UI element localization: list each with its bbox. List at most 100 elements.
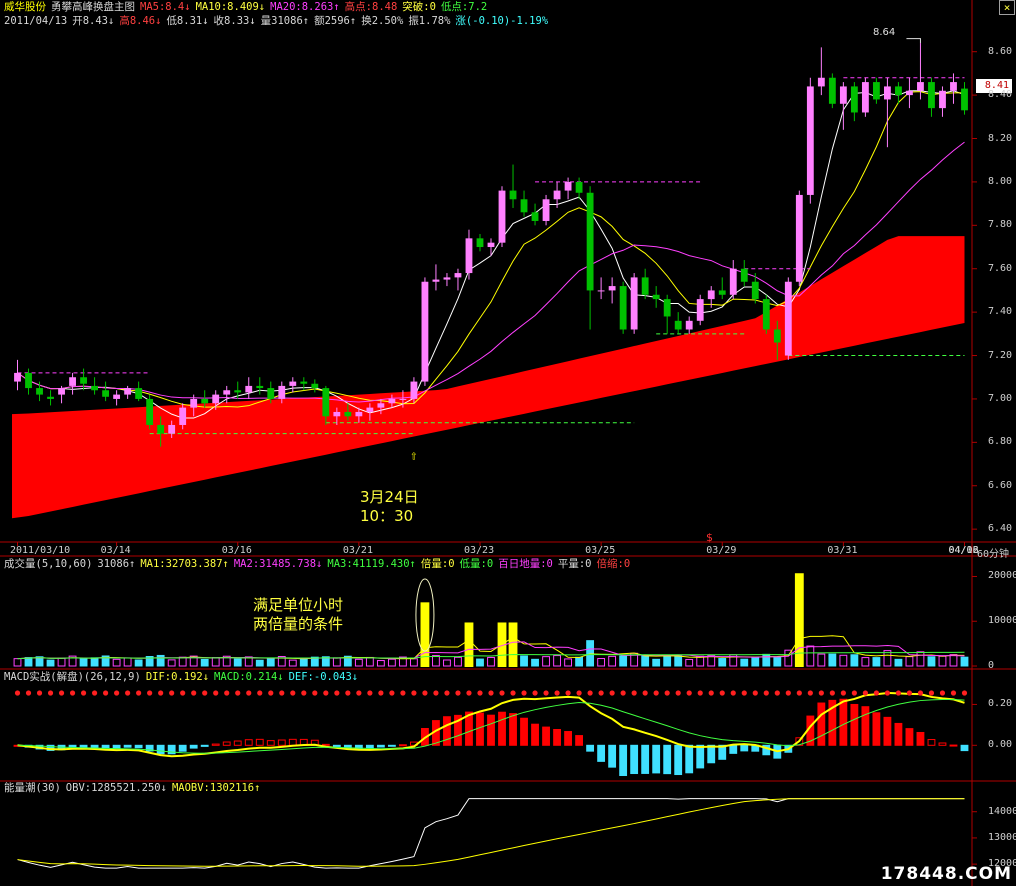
macd-signal-dot <box>158 690 164 696</box>
candle-body <box>817 77 825 87</box>
candle-body <box>762 299 770 330</box>
macd-histogram-bar <box>520 717 528 746</box>
candle-body <box>939 90 946 109</box>
volume-annotation-line1: 满足单位小时 <box>253 596 344 614</box>
macd-signal-dot <box>114 690 120 696</box>
macd-signal-dot <box>895 690 902 696</box>
macd-signal-dot <box>91 690 98 696</box>
macd-histogram-bar <box>960 744 969 752</box>
macd-signal-dot <box>477 690 483 696</box>
volume-annotation-line2: 两倍量的条件 <box>253 615 344 633</box>
volume-bar <box>894 658 903 667</box>
macd-signal-dot <box>47 690 54 696</box>
macd-signal-dot <box>147 690 153 696</box>
macd-signal-dot <box>950 690 957 696</box>
amplitude-value: 振1.78% <box>408 15 451 27</box>
candle-body <box>201 398 209 404</box>
candle-body <box>663 299 671 317</box>
volume-bar <box>443 659 451 667</box>
macd-histogram-bar <box>123 744 132 748</box>
macd-histogram-bar <box>266 740 275 746</box>
macd-histogram-bar <box>839 698 848 746</box>
candle-body <box>355 411 363 417</box>
peak-leader <box>906 38 921 44</box>
macd-signal-dot <box>796 690 802 696</box>
stock-name[interactable]: 威华股份 <box>4 1 46 13</box>
x-tick-label: 03/31 <box>827 545 858 556</box>
x-tick-label: 04/12 <box>948 545 979 556</box>
main-header-line2: 2011/04/13 开8.43↓ 高8.46↓ 低8.31↓ 收8.33↓ 量31086… <box>4 15 553 28</box>
candle-body <box>961 88 968 111</box>
candle-body <box>619 286 627 330</box>
candle-body <box>25 372 32 389</box>
macd-signal-dot <box>36 690 43 696</box>
macd-histogram-bar <box>178 744 187 752</box>
macd-signal-dot <box>499 690 505 696</box>
volume-bar <box>575 656 584 667</box>
macd-signal-dot <box>102 690 109 696</box>
obv-label[interactable]: 能量潮(30) <box>4 782 61 794</box>
period-label[interactable]: 60分钟 <box>977 545 1009 560</box>
candle-body <box>410 381 418 399</box>
macd-signal-dot <box>620 690 626 696</box>
candle-body <box>652 294 660 300</box>
macd-signal-dot <box>587 690 593 696</box>
candle-body <box>806 86 814 195</box>
macd-signal-dot <box>829 690 835 696</box>
macd-histogram-bar <box>134 744 143 749</box>
low-volume: 低量:0 <box>459 558 494 570</box>
macd-signal-dot <box>521 690 527 696</box>
volume-bar <box>597 658 606 667</box>
macd-signal-dot <box>939 690 946 696</box>
macd-histogram-bar <box>288 738 297 746</box>
macd-signal-dot <box>268 690 274 696</box>
macd-signal-dot <box>532 690 538 696</box>
macd-histogram-bar <box>365 744 374 749</box>
close-icon[interactable]: × <box>999 0 1015 15</box>
breakout-value: 突破:0 <box>402 1 436 13</box>
signal-arrow: ⇧ <box>410 449 418 464</box>
candle-body <box>674 320 682 330</box>
macd-histogram-bar <box>398 744 407 747</box>
macd-histogram-bar <box>740 744 749 752</box>
macd-signal-dot <box>323 690 329 696</box>
candle-body <box>498 190 506 243</box>
volume-tick-label: 0 <box>988 660 995 671</box>
volume-bar <box>674 655 683 667</box>
macd-signal-dot <box>400 690 406 696</box>
volume-bar <box>839 654 848 667</box>
volume-bar <box>112 658 121 667</box>
macd-signal-dot <box>257 690 263 696</box>
candle-body <box>289 381 297 386</box>
macd-histogram-bar <box>608 744 617 768</box>
volume-bar <box>13 658 22 667</box>
macd-histogram-bar <box>79 744 88 748</box>
ma20-line <box>17 141 965 403</box>
macd-signal-dot <box>389 690 395 696</box>
volume-label[interactable]: 成交量(5,10,60) <box>4 558 92 570</box>
volume-bar <box>90 657 99 667</box>
macd-signal-dot <box>422 690 428 696</box>
high-point-value: 高点:8.48 <box>344 1 398 13</box>
macd-signal-dot <box>290 690 296 696</box>
macd-signal-dot <box>202 690 208 696</box>
macd-histogram-bar <box>575 735 584 746</box>
macd-signal-dot <box>554 690 560 696</box>
volume-bar <box>487 656 495 667</box>
candle-body <box>861 82 869 113</box>
candle-body <box>399 398 407 400</box>
volume-bar <box>960 656 969 667</box>
macd-histogram-bar <box>222 741 231 746</box>
volume-bar <box>905 656 914 667</box>
macd-label[interactable]: MACD实战(解盘)(26,12,9) <box>4 671 141 683</box>
macd-signal-dot <box>642 690 648 696</box>
price-tick-label: 8.40 <box>988 89 1013 101</box>
stock-chart[interactable]: ⇧ <box>0 0 1016 886</box>
volume-bar <box>211 657 220 667</box>
volume-bar <box>828 653 837 667</box>
peak-price-label: 8.64 <box>873 27 896 38</box>
candle-body <box>278 385 286 399</box>
volume-bar <box>927 656 936 667</box>
macd-histogram-bar <box>652 744 661 774</box>
volume-bar <box>233 658 242 667</box>
